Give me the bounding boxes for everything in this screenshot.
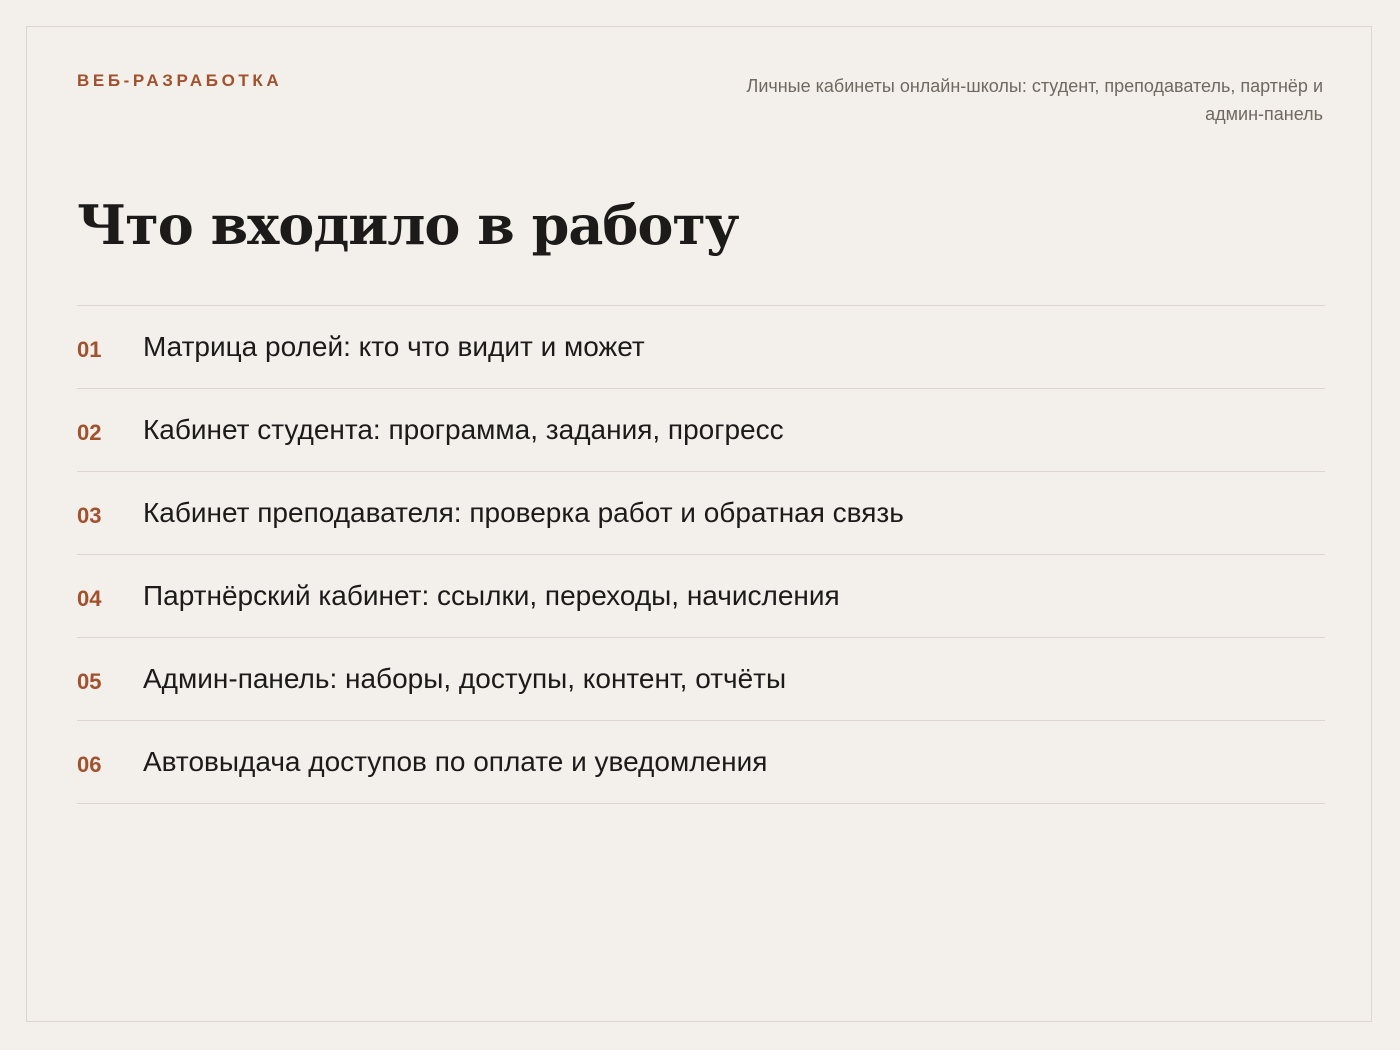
work-list: 01 Матрица ролей: кто что видит и может … bbox=[77, 305, 1325, 804]
list-item: 01 Матрица ролей: кто что видит и может bbox=[77, 306, 1325, 389]
section-eyebrow: ВЕБ-РАЗРАБОТКА bbox=[77, 71, 283, 90]
item-text: Матрица ролей: кто что видит и может bbox=[143, 331, 645, 362]
item-text: Админ-панель: наборы, доступы, контент, … bbox=[143, 663, 787, 694]
item-number: 04 bbox=[77, 586, 102, 611]
list-item: 05 Админ-панель: наборы, доступы, контен… bbox=[77, 638, 1325, 721]
item-number: 05 bbox=[77, 669, 102, 694]
item-number: 06 bbox=[77, 752, 102, 777]
project-subtitle: Личные кабинеты онлайн-школы: студент, п… bbox=[746, 76, 1324, 124]
item-text: Кабинет студента: программа, задания, пр… bbox=[143, 414, 784, 445]
item-number: 02 bbox=[77, 420, 102, 445]
list-item: 06 Автовыдача доступов по оплате и уведо… bbox=[77, 721, 1325, 804]
item-text: Кабинет преподавателя: проверка работ и … bbox=[143, 497, 904, 528]
item-text: Автовыдача доступов по оплате и уведомле… bbox=[143, 746, 768, 777]
list-item: 04 Партнёрский кабинет: ссылки, переходы… bbox=[77, 555, 1325, 638]
page-title: Что входило в работу bbox=[77, 193, 739, 257]
page: ВЕБ-РАЗРАБОТКА Личные кабинеты онлайн-шк… bbox=[0, 0, 1400, 1050]
list-item: 03 Кабинет преподавателя: проверка работ… bbox=[77, 472, 1325, 555]
item-number: 03 bbox=[77, 503, 102, 528]
item-text: Партнёрский кабинет: ссылки, переходы, н… bbox=[143, 580, 840, 611]
list-item: 02 Кабинет студента: программа, задания,… bbox=[77, 389, 1325, 472]
content-card: ВЕБ-РАЗРАБОТКА Личные кабинеты онлайн-шк… bbox=[26, 26, 1372, 1022]
item-number: 01 bbox=[77, 337, 102, 362]
